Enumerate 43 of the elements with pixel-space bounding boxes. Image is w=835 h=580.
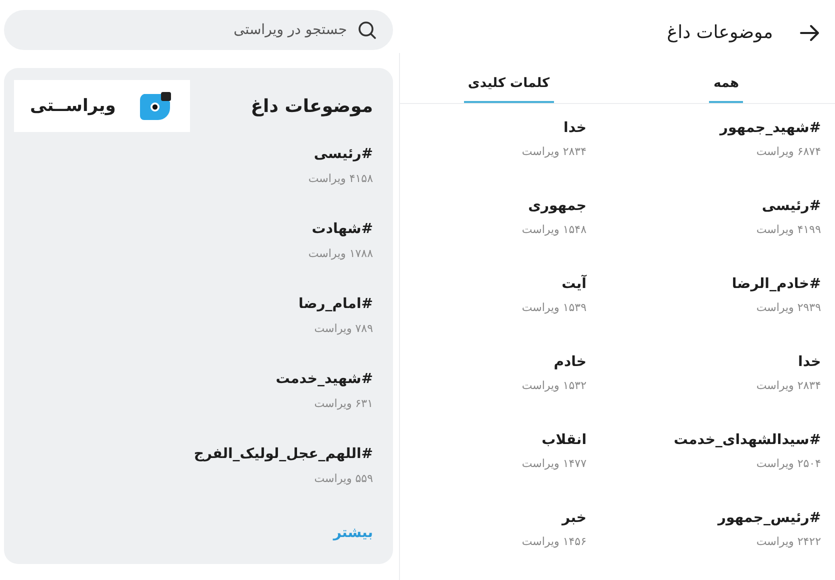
topic-link[interactable]: انقلاب bbox=[542, 432, 586, 448]
topic-link[interactable]: #خادم_الرضا bbox=[732, 276, 821, 292]
post-count: ۲۴۲۲ ویراست bbox=[756, 535, 821, 548]
topic-link[interactable]: خدا bbox=[564, 120, 586, 136]
tab[interactable]: همه bbox=[709, 76, 744, 103]
post-count: ۱۵۳۲ ویراست bbox=[522, 379, 586, 392]
search-field[interactable]: جستجو در ویراستی bbox=[4, 10, 393, 50]
post-count: ۲۵۰۴ ویراست bbox=[756, 457, 821, 470]
post-count: ۱۵۴۸ ویراست bbox=[522, 223, 586, 236]
post-count: ۴۱۹۹ ویراست bbox=[756, 223, 821, 236]
post-count: ۲۸۳۴ ویراست bbox=[522, 145, 586, 158]
post-count: ۱۴۵۶ ویراست bbox=[522, 535, 586, 548]
hashtag-link[interactable]: #شهادت bbox=[312, 221, 373, 237]
topic-link[interactable]: #رئیسی bbox=[762, 198, 821, 214]
hashtag-link[interactable]: #رئیسی bbox=[314, 146, 373, 162]
search-icon bbox=[357, 20, 377, 40]
page-title: موضوعات داغ bbox=[666, 22, 773, 43]
back-arrow-icon[interactable] bbox=[799, 24, 821, 42]
topic-link[interactable]: #سیدالشهدای_خدمت bbox=[674, 432, 821, 448]
post-count: ۶۳۱ ویراست bbox=[314, 397, 373, 410]
post-count: ۶۸۷۴ ویراست bbox=[756, 145, 821, 158]
topic-link[interactable]: خدا bbox=[798, 354, 821, 370]
post-count: ۱۵۳۹ ویراست bbox=[522, 301, 586, 314]
card-title: موضوعات داغ bbox=[250, 96, 373, 116]
topic-link[interactable]: خادم bbox=[554, 354, 586, 370]
hashtag-link[interactable]: #امام_رضا bbox=[298, 296, 373, 312]
topic-link[interactable]: #رئیس_جمهور bbox=[718, 510, 821, 526]
post-count: ۱۴۷۷ ویراست bbox=[522, 457, 586, 470]
post-count: ۴۱۵۸ ویراست bbox=[308, 172, 373, 185]
post-count: ۵۵۹ ویراست bbox=[314, 472, 373, 485]
hashtag-link[interactable]: #شهید_خدمت bbox=[276, 371, 373, 387]
hashtag-link[interactable]: #اللهم_عجل_لولیک_الفرج bbox=[194, 446, 373, 462]
post-count: ۱۷۸۸ ویراست bbox=[308, 247, 373, 260]
post-count: ۲۸۳۴ ویراست bbox=[756, 379, 821, 392]
logo-icon bbox=[138, 90, 174, 122]
post-count: ۷۸۹ ویراست bbox=[314, 322, 373, 335]
topic-link[interactable]: آیت bbox=[562, 276, 586, 292]
post-count: ۲۹۳۹ ویراست bbox=[756, 301, 821, 314]
topic-link[interactable]: جمهوری bbox=[528, 198, 586, 214]
topic-link[interactable]: خبر bbox=[562, 510, 586, 526]
topic-link[interactable]: #شهید_جمهور bbox=[720, 120, 821, 136]
tab[interactable]: کلمات کلیدی bbox=[464, 76, 554, 103]
logo-text: ویراســتی bbox=[30, 96, 116, 116]
